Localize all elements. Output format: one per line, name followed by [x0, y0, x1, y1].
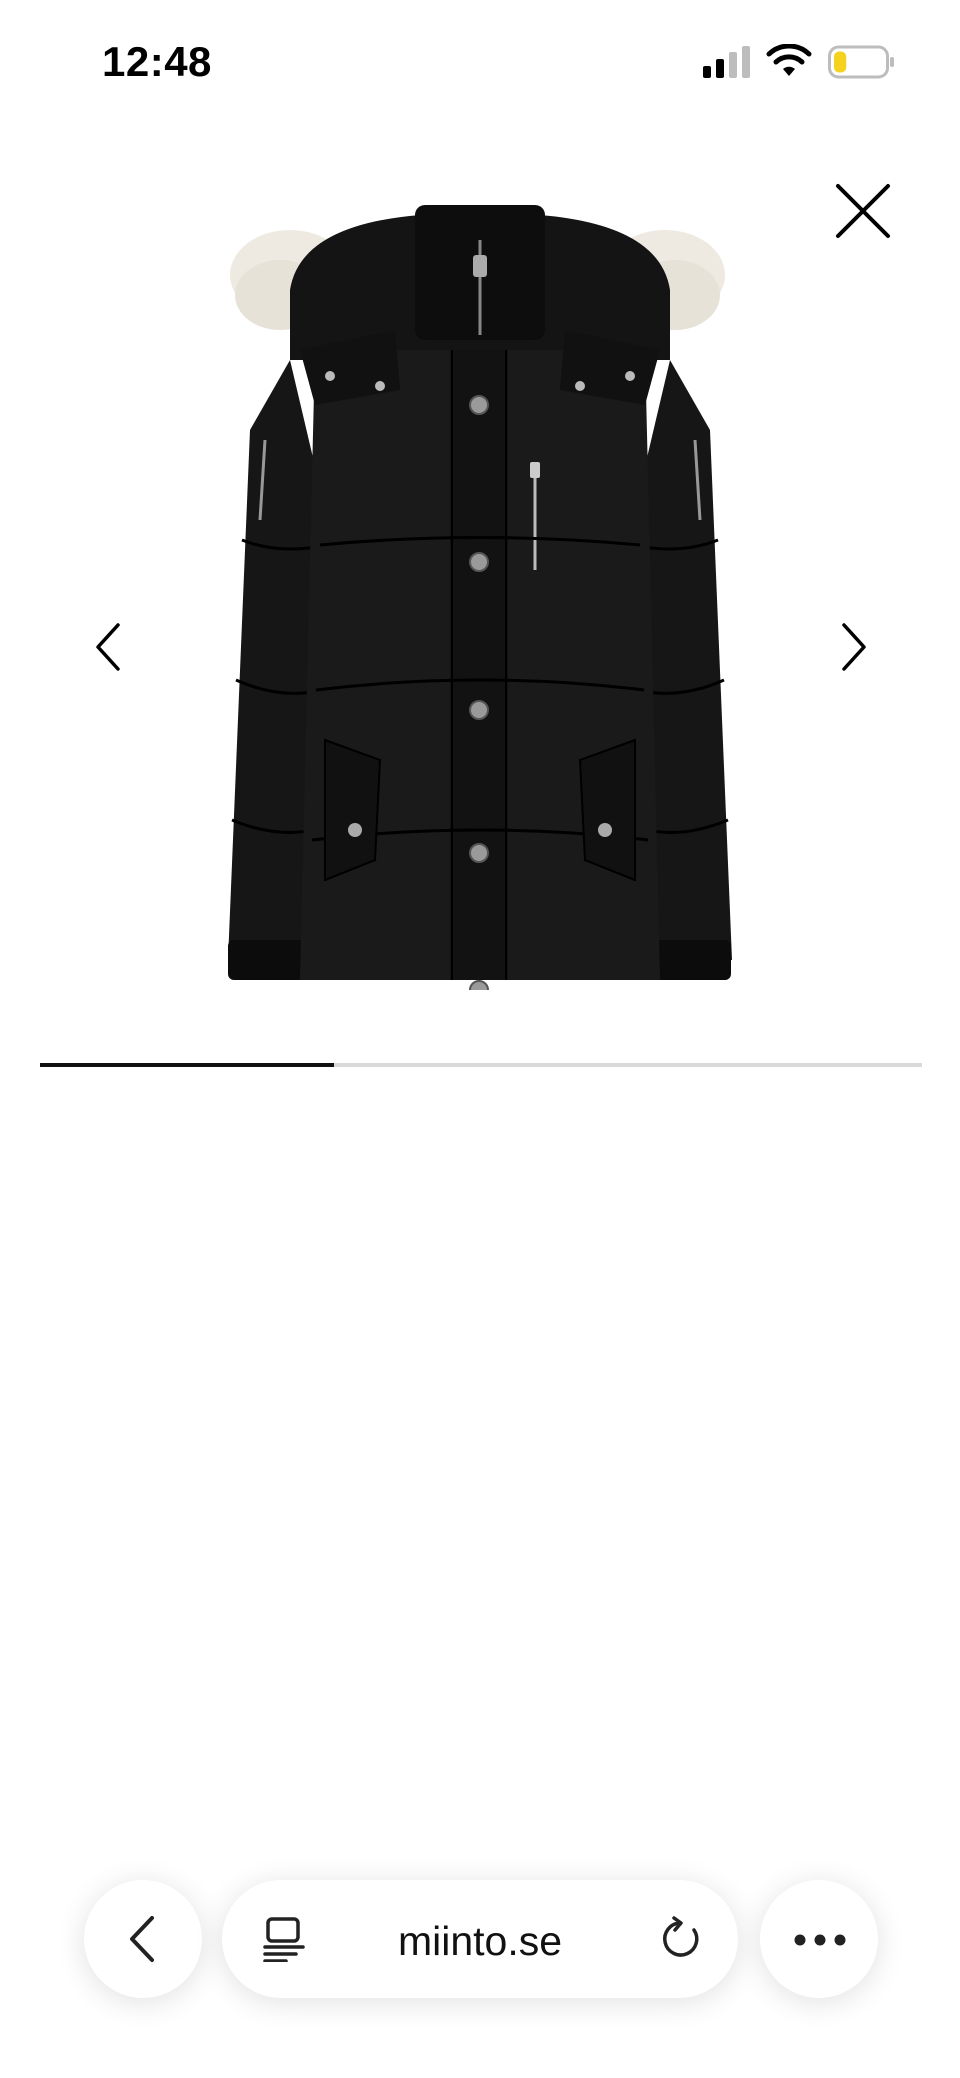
- more-button[interactable]: [760, 1880, 878, 1998]
- chevron-right-icon[interactable]: [828, 615, 878, 679]
- chevron-left-icon[interactable]: [84, 615, 134, 679]
- product-image[interactable]: [220, 200, 740, 990]
- back-icon: [130, 1916, 154, 1962]
- reload-icon[interactable]: [658, 1916, 704, 1962]
- back-button[interactable]: [84, 1880, 202, 1998]
- battery-icon: [828, 45, 894, 79]
- more-icon: [794, 1934, 846, 1946]
- wifi-icon: [766, 44, 812, 76]
- status-bar: 12:48: [0, 0, 960, 120]
- browser-bottom-bar: miinto.se: [0, 1860, 960, 2020]
- gallery-progress-fill: [40, 1063, 334, 1067]
- gallery-progress-track: [40, 1063, 922, 1067]
- status-time: 12:48: [102, 38, 212, 85]
- address-bar[interactable]: miinto.se: [222, 1880, 738, 1998]
- close-icon[interactable]: [832, 180, 894, 242]
- cellular-signal-icon: [703, 46, 750, 78]
